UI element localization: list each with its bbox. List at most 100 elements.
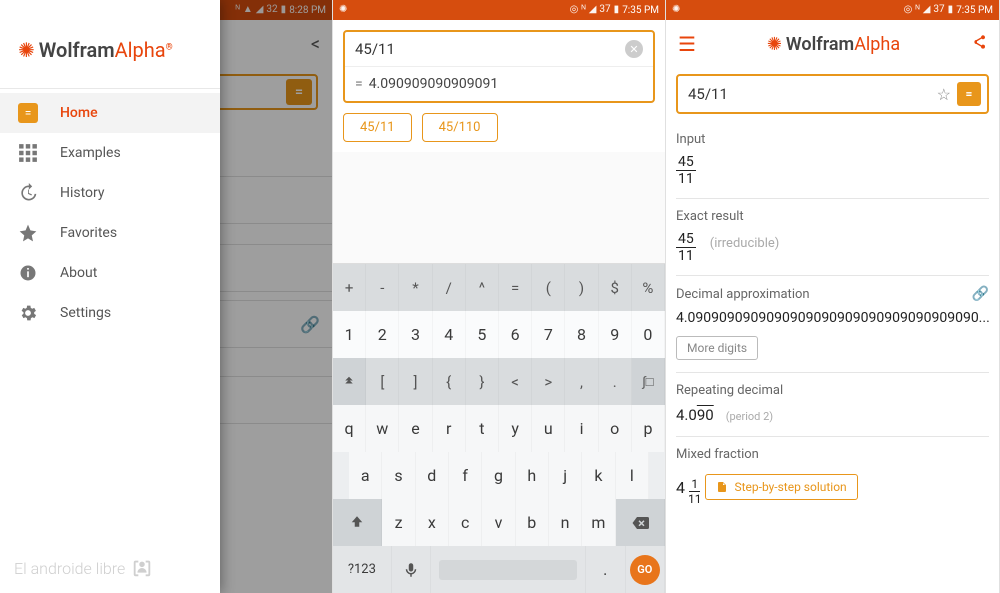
key->[interactable]: > (532, 358, 565, 405)
key-o[interactable]: o (599, 405, 632, 452)
go-key[interactable]: GO (626, 546, 665, 593)
share-icon[interactable] (971, 34, 987, 55)
status-bar: ✺ ◎ ᴺ ◢ 37 ▮ 7:35 PM (666, 0, 999, 20)
math-key[interactable]: ∫□ (632, 358, 665, 405)
key-.[interactable]: . (599, 358, 632, 405)
chip-1[interactable]: 45/11 (343, 113, 412, 142)
key-t[interactable]: t (466, 405, 499, 452)
key-j[interactable]: j (549, 452, 582, 499)
clear-input-icon[interactable]: ✕ (625, 40, 643, 58)
key-$[interactable]: $ (599, 264, 632, 311)
key-h[interactable]: h (516, 452, 549, 499)
star-icon (18, 223, 38, 243)
grid-icon (18, 143, 38, 163)
key-9[interactable]: 9 (599, 311, 632, 358)
key-q[interactable]: q (333, 405, 366, 452)
info-icon (18, 263, 38, 283)
key-v[interactable]: v (482, 499, 515, 546)
key-6[interactable]: 6 (499, 311, 532, 358)
hotspot-icon: ◎ (570, 5, 579, 15)
nav-settings[interactable]: Settings (0, 293, 220, 333)
key-+[interactable]: + (333, 264, 366, 311)
key-y[interactable]: y (499, 405, 532, 452)
key-u[interactable]: u (532, 405, 565, 452)
step-by-step-button[interactable]: Step-by-step solution (705, 474, 857, 500)
key-)[interactable]: ) (565, 264, 598, 311)
key-x[interactable]: x (416, 499, 449, 546)
more-digits-button[interactable]: More digits (676, 336, 758, 360)
key-7[interactable]: 7 (532, 311, 565, 358)
query-bar: 45/11 ☆ = (676, 74, 989, 114)
key-<[interactable]: < (499, 358, 532, 405)
key-5[interactable]: 5 (466, 311, 499, 358)
key-%[interactable]: % (632, 264, 665, 311)
key-/[interactable]: / (433, 264, 466, 311)
key-{[interactable]: { (433, 358, 466, 405)
nav-home[interactable]: = Home (0, 93, 220, 133)
battery-icon: 37 (933, 5, 944, 15)
key--[interactable]: - (366, 264, 399, 311)
battery-box-icon: ▮ (614, 5, 620, 15)
nav-favorites[interactable]: Favorites (0, 213, 220, 253)
shift-key[interactable] (333, 499, 382, 546)
key-[[interactable]: [ (366, 358, 399, 405)
key-f[interactable]: f (449, 452, 482, 499)
pod-input: Input 45 11 (676, 122, 989, 199)
collapse-key[interactable] (333, 358, 366, 405)
mode-key[interactable]: ?123 (333, 546, 392, 593)
key-b[interactable]: b (516, 499, 549, 546)
menu-icon[interactable]: ☰ (678, 32, 696, 56)
key-m[interactable]: m (582, 499, 615, 546)
key-}[interactable]: } (466, 358, 499, 405)
key-s[interactable]: s (382, 452, 415, 499)
key-8[interactable]: 8 (565, 311, 598, 358)
wolfram-burst-icon: ✺ (767, 34, 782, 55)
nav-about[interactable]: About (0, 253, 220, 293)
query-value[interactable]: 45/11 (688, 85, 931, 103)
key-z[interactable]: z (382, 499, 415, 546)
chip-2[interactable]: 45/110 (422, 113, 498, 142)
favorite-star-icon[interactable]: ☆ (937, 85, 951, 104)
status-bar: ✺ ◎ ᴺ ◢ 37 ▮ 7:35 PM (333, 0, 665, 20)
watermark: El androide libre (14, 557, 153, 579)
key-^[interactable]: ^ (466, 264, 499, 311)
query-input-box: ✕ =4.090909090909091 (343, 30, 655, 103)
app-logo: ✺ WolframAlpha (767, 34, 900, 55)
keyboard: +-*/^=()$% 1234567890 []{}<>,.∫□ qwertyu… (333, 263, 665, 593)
key-k[interactable]: k (582, 452, 615, 499)
compute-button[interactable]: = (957, 82, 981, 106)
key-g[interactable]: g (482, 452, 515, 499)
key-0[interactable]: 0 (632, 311, 665, 358)
backspace-key[interactable] (616, 499, 665, 546)
key-][interactable]: ] (399, 358, 432, 405)
home-equals-icon: = (18, 103, 38, 123)
key-1[interactable]: 1 (333, 311, 366, 358)
key-([interactable]: ( (532, 264, 565, 311)
nav-examples[interactable]: Examples (0, 133, 220, 173)
space-key[interactable] (431, 546, 586, 593)
key-4[interactable]: 4 (433, 311, 466, 358)
key-3[interactable]: 3 (399, 311, 432, 358)
query-input[interactable] (355, 40, 617, 58)
mic-key[interactable] (392, 546, 431, 593)
key-2[interactable]: 2 (366, 311, 399, 358)
key-,[interactable]: , (565, 358, 598, 405)
key-w[interactable]: w (366, 405, 399, 452)
key-=[interactable]: = (499, 264, 532, 311)
history-icon (18, 183, 38, 203)
period-key[interactable]: . (586, 546, 625, 593)
panel-keyboard: ✺ ◎ ᴺ ◢ 37 ▮ 7:35 PM ✕ =4.09090909090909… (333, 0, 666, 593)
key-e[interactable]: e (399, 405, 432, 452)
key-n[interactable]: n (549, 499, 582, 546)
key-a[interactable]: a (349, 452, 382, 499)
key-l[interactable]: l (616, 452, 649, 499)
link-icon[interactable]: 🔗 (972, 286, 989, 302)
key-*[interactable]: * (399, 264, 432, 311)
key-i[interactable]: i (565, 405, 598, 452)
key-r[interactable]: r (433, 405, 466, 452)
key-d[interactable]: d (416, 452, 449, 499)
key-p[interactable]: p (632, 405, 665, 452)
gear-icon (18, 303, 38, 323)
nav-history[interactable]: History (0, 173, 220, 213)
key-c[interactable]: c (449, 499, 482, 546)
